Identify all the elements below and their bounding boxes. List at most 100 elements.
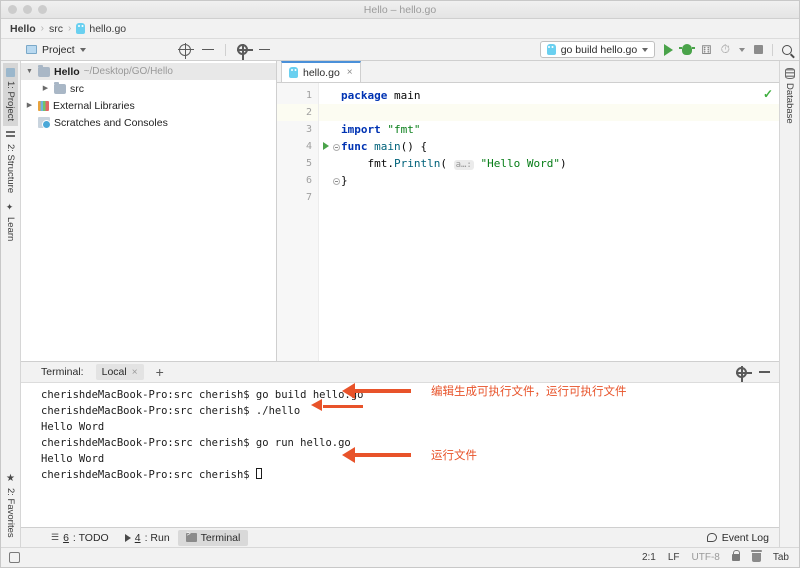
sidebar-item-project[interactable]: 1: Project <box>3 63 18 127</box>
tool-window-terminal[interactable]: Terminal <box>177 529 249 546</box>
chevron-down-icon[interactable] <box>739 47 745 52</box>
line-number: 7 <box>305 192 312 203</box>
chevron-down-icon[interactable]: ▼ <box>25 67 34 76</box>
tool-window-label: : Run <box>144 531 170 544</box>
code-content[interactable]: package main import "fmt" func main() { … <box>319 83 779 361</box>
terminal-line: cherishdeMacBook-Pro:src cherish$ ./hell… <box>41 405 301 417</box>
caret-position[interactable]: 2:1 <box>642 552 656 563</box>
project-panel-label[interactable]: Project <box>42 44 75 56</box>
terminal-line: cherishdeMacBook-Pro:src cherish$ <box>41 467 779 483</box>
run-coverage-icon[interactable]: ⚅ <box>701 43 711 57</box>
close-icon[interactable]: × <box>132 367 138 378</box>
run-toolbar: go build hello.go ⚅ ⏱ <box>539 41 799 58</box>
terminal-header: Terminal: Local × + <box>21 362 779 383</box>
chevron-right-icon[interactable]: ▶ <box>25 101 34 110</box>
collapse-all-icon[interactable] <box>202 44 214 56</box>
code-line: fmt.Println( a…: "Hello Word") <box>341 155 779 172</box>
terminal-line: Hello Word <box>41 453 105 465</box>
chevron-right-icon[interactable]: ▶ <box>41 84 50 93</box>
status-bar-right: 2:1 LF UTF-8 Tab <box>642 550 789 563</box>
terminal-tab-local[interactable]: Local × <box>95 364 144 380</box>
code-token: package <box>341 89 394 102</box>
inspection-status-icon[interactable]: ✓ <box>763 87 773 101</box>
database-icon <box>784 68 795 79</box>
window-title: Hello – hello.go <box>363 3 437 16</box>
code-token: main <box>393 89 421 102</box>
sidebar-item-label: Learn <box>5 217 16 242</box>
trash-icon[interactable] <box>750 550 762 562</box>
sidebar-item-favorites[interactable]: ★ 2: Favorites <box>3 468 18 543</box>
tree-node-scratches[interactable]: Scratches and Consoles <box>21 114 276 131</box>
tool-window-run[interactable]: 4 : Run <box>117 530 178 546</box>
stop-icon[interactable] <box>754 45 763 54</box>
locate-icon[interactable] <box>178 42 194 59</box>
sidebar-item-label: 1: Project <box>5 81 16 122</box>
event-log-button[interactable]: Event Log <box>706 532 779 544</box>
terminal-cursor <box>255 468 262 479</box>
terminal-line: cherishdeMacBook-Pro:src cherish$ go run… <box>41 437 351 449</box>
go-file-icon <box>289 67 298 78</box>
bottom-tool-window-bar: ☰ 6 : TODO 4 : Run Terminal Event Log <box>21 527 779 547</box>
project-tree-panel[interactable]: ▼ Hello ~/Desktop/GO/Hello ▶ src ▶ Exter… <box>21 61 277 361</box>
line-number-text: 4 <box>305 141 312 152</box>
sidebar-item-database[interactable]: Database <box>782 63 797 129</box>
gear-icon[interactable] <box>735 366 752 382</box>
go-file-icon <box>76 23 86 34</box>
run-icon[interactable] <box>664 43 674 56</box>
main-body: 1: Project 2: Structure ✦ Learn ★ 2: Fav… <box>1 61 799 547</box>
chevron-down-icon[interactable] <box>79 47 86 52</box>
terminal-output[interactable]: cherishdeMacBook-Pro:src cherish$ go bui… <box>21 383 779 527</box>
right-tool-window-bar: Database <box>779 61 799 547</box>
sidebar-item-structure[interactable]: 2: Structure <box>3 126 18 198</box>
line-number-text: 6 <box>305 175 312 186</box>
todo-icon: ☰ <box>51 532 60 542</box>
breadcrumb: Hello › src › hello.go <box>1 19 799 39</box>
star-icon: ★ <box>5 473 16 485</box>
tree-node-label: Hello <box>54 65 80 78</box>
file-encoding[interactable]: UTF-8 <box>692 552 720 563</box>
indent-setting[interactable]: Tab <box>773 552 789 563</box>
search-icon[interactable] <box>782 44 792 55</box>
ide-window: Hello – hello.go Hello › src › hello.go … <box>0 0 800 568</box>
editor-body[interactable]: 1 2 3 4 5 6 7 package main import "fmt" … <box>277 83 779 361</box>
tool-window-number: 6 <box>63 531 69 544</box>
tool-window-todo[interactable]: ☰ 6 : TODO <box>43 530 117 546</box>
project-panel-header: Project <box>1 42 278 60</box>
gear-icon[interactable] <box>236 43 253 60</box>
tree-node-src[interactable]: ▶ src <box>21 80 276 97</box>
profile-icon[interactable]: ⏱ <box>721 42 730 57</box>
go-config-icon <box>546 44 556 55</box>
scratches-icon <box>38 117 51 129</box>
library-icon <box>38 100 49 111</box>
structure-icon <box>6 131 15 141</box>
sidebar-item-learn[interactable]: ✦ Learn <box>3 198 18 246</box>
terminal-panel: Terminal: Local × + cherishdeMacBook-Pro… <box>21 361 779 527</box>
code-token: "fmt" <box>387 123 421 136</box>
editor-and-project-row: ▼ Hello ~/Desktop/GO/Hello ▶ src ▶ Exter… <box>21 61 779 361</box>
close-icon[interactable]: × <box>347 67 353 78</box>
run-configuration-selector[interactable]: go build hello.go <box>539 41 656 58</box>
tree-node-external-libraries[interactable]: ▶ External Libraries <box>21 97 276 114</box>
breadcrumb-project[interactable]: Hello <box>10 23 36 35</box>
breadcrumb-file[interactable]: hello.go <box>89 23 126 35</box>
tree-node-label: External Libraries <box>53 99 135 112</box>
terminal-line: Hello Word <box>41 421 105 433</box>
toggle-tool-windows-icon[interactable] <box>9 552 20 563</box>
learn-icon: ✦ <box>5 203 16 214</box>
editor-tab-strip: hello.go × <box>277 61 779 83</box>
add-terminal-button[interactable]: + <box>156 365 164 379</box>
minimize-icon[interactable] <box>759 371 770 373</box>
code-token: import <box>341 123 388 136</box>
tab-hello-go[interactable]: hello.go × <box>281 61 361 82</box>
minimize-icon[interactable] <box>259 48 270 51</box>
sidebar-item-label: Database <box>784 83 795 124</box>
code-line: } <box>341 172 779 189</box>
debug-icon[interactable] <box>679 44 696 55</box>
line-separator[interactable]: LF <box>668 552 680 563</box>
lock-icon[interactable] <box>731 550 741 561</box>
breadcrumb-folder[interactable]: src <box>49 23 63 35</box>
line-number-gutter: 1 2 3 4 5 6 7 <box>277 83 340 361</box>
tree-node-hello[interactable]: ▼ Hello ~/Desktop/GO/Hello <box>21 63 276 80</box>
run-configuration-label: go build hello.go <box>560 43 638 56</box>
